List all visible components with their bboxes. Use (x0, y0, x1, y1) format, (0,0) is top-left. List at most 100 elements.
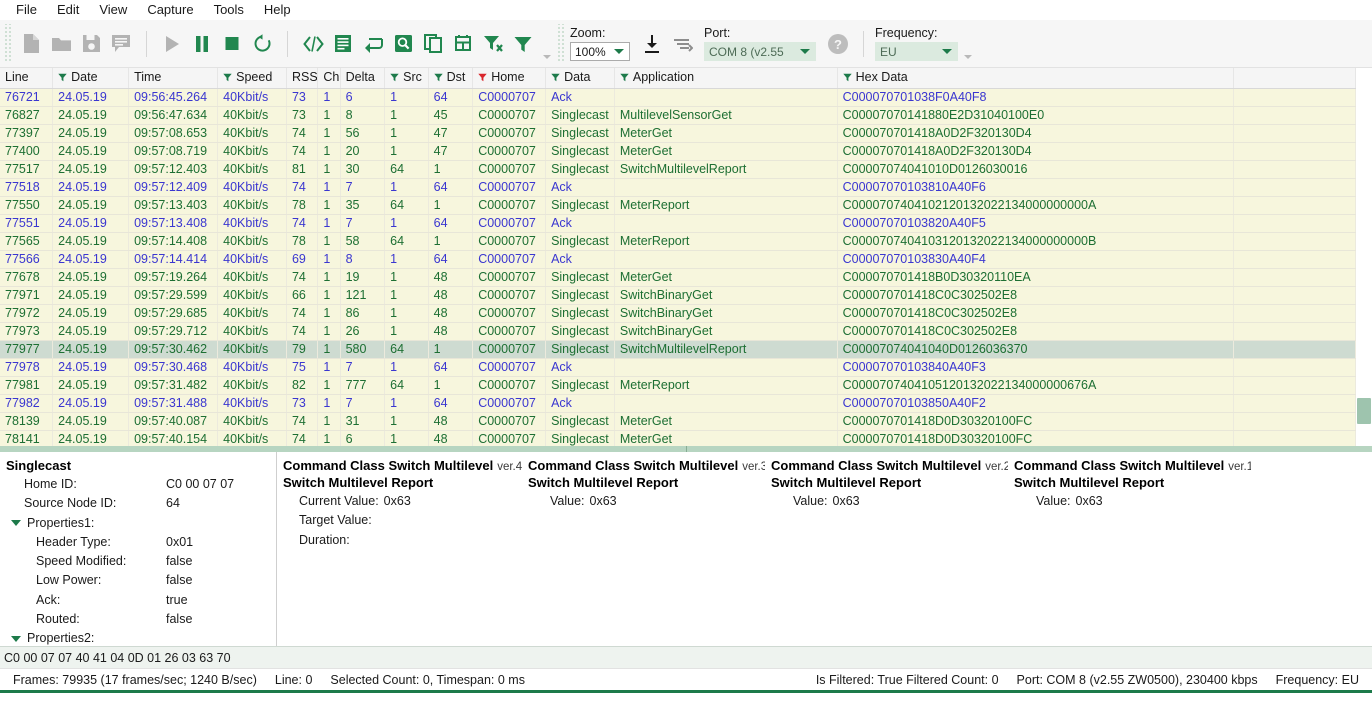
column-header-date[interactable]: Date (52, 68, 130, 89)
column-header-time[interactable]: Time (128, 68, 219, 89)
new-file-icon[interactable] (16, 27, 46, 61)
pause-icon[interactable] (187, 27, 217, 61)
column-header-app[interactable]: Application (614, 68, 838, 89)
copy-icon[interactable] (418, 27, 448, 61)
filter-icon[interactable] (433, 71, 443, 82)
table-row[interactable]: 77978 24.05.19 09:57:30.468 40Kbit/s 75 1 7 1 64… (0, 358, 1356, 377)
menu-file[interactable]: File (6, 0, 47, 20)
table-row[interactable]: 77977 24.05.19 09:57:30.462 40Kbit/s 79 1 580 6… (0, 340, 1356, 359)
column-header-data[interactable]: Data (545, 68, 615, 89)
help-icon[interactable]: ? (823, 27, 853, 61)
menu-edit[interactable]: Edit (47, 0, 89, 20)
menu-tools[interactable]: Tools (204, 0, 254, 20)
source-node-row: Source Node ID: 64 (6, 494, 268, 513)
toolbar-grip-2[interactable] (556, 24, 566, 63)
table-row[interactable]: 77517 24.05.19 09:57:12.403 40Kbit/s 81 1 30 64… (0, 160, 1356, 179)
table-row[interactable]: 77973 24.05.19 09:57:29.712 40Kbit/s 74 1 26 1 4… (0, 322, 1356, 341)
column-header-dst[interactable]: Dst (428, 68, 474, 89)
column-header-ch[interactable]: Ch (317, 68, 341, 89)
table-row[interactable]: 77551 24.05.19 09:57:13.408 40Kbit/s 74 1 7 1 64… (0, 214, 1356, 233)
properties2-expander[interactable]: Properties2: (6, 629, 268, 646)
column-header-label: Home (491, 70, 525, 85)
menu-help[interactable]: Help (254, 0, 301, 20)
properties1-expander[interactable]: Properties1: (6, 514, 268, 533)
stop-icon[interactable] (217, 27, 247, 61)
cell-dst: 48 (428, 412, 474, 431)
table-row[interactable]: 77566 24.05.19 09:57:14.414 40Kbit/s 69 1 8 1 64… (0, 250, 1356, 269)
column-header-label: Date (71, 70, 98, 85)
toolbar-overflow-caret-2[interactable] (964, 55, 972, 59)
port-combo[interactable]: COM 8 (v2.55 (704, 42, 816, 61)
table-row[interactable]: 76721 24.05.19 09:56:45.264 40Kbit/s 73 1 6 1 64… (0, 88, 1356, 107)
refresh-icon[interactable] (247, 27, 277, 61)
table-row[interactable]: 77982 24.05.19 09:57:31.488 40Kbit/s 73 1 7 1 64… (0, 394, 1356, 413)
scrollbar-thumb[interactable] (1357, 398, 1371, 424)
table-row[interactable]: 77565 24.05.19 09:57:14.408 40Kbit/s 78 1 58 64… (0, 232, 1356, 251)
command-field-row: Value: 0x63 (1014, 492, 1243, 511)
table-row[interactable]: 77678 24.05.19 09:57:19.264 40Kbit/s 74 1 19 1 4… (0, 268, 1356, 287)
table-row[interactable]: 77400 24.05.19 09:57:08.719 40Kbit/s 74 1 20 1 4… (0, 142, 1356, 161)
filter-icon[interactable] (223, 71, 232, 82)
menu-capture[interactable]: Capture (137, 0, 203, 20)
column-header-speed[interactable]: Speed (217, 68, 287, 89)
column-header-delta[interactable]: Delta (340, 68, 386, 89)
table-row[interactable]: 77518 24.05.19 09:57:12.409 40Kbit/s 74 1 7 1 64… (0, 178, 1356, 197)
filter-icon[interactable] (551, 71, 560, 82)
cell-pad (1233, 394, 1356, 413)
filter-icon[interactable] (508, 27, 538, 61)
table-row[interactable]: 77397 24.05.19 09:57:08.653 40Kbit/s 74 1 56 1 4… (0, 124, 1356, 143)
filter-icon[interactable] (620, 71, 629, 82)
cell-data: Ack (545, 250, 615, 269)
filter-icon[interactable] (58, 71, 67, 82)
cell-dst: 64 (428, 250, 474, 269)
grid-vertical-scrollbar[interactable] (1356, 68, 1372, 446)
list-icon[interactable] (328, 27, 358, 61)
transfer-icon[interactable] (667, 27, 697, 61)
toolbar-overflow-caret-1[interactable] (543, 55, 551, 59)
column-header-line[interactable]: Line (0, 68, 54, 89)
filter-icon[interactable] (842, 71, 852, 82)
table-icon[interactable] (448, 27, 478, 61)
table-row[interactable]: 77550 24.05.19 09:57:13.403 40Kbit/s 78 1 35 64… (0, 196, 1356, 215)
zoom-combo[interactable]: 100% (570, 42, 630, 61)
code-icon[interactable] (298, 27, 328, 61)
save-icon[interactable] (76, 27, 106, 61)
filter-icon[interactable] (390, 71, 399, 82)
property-key: Routed: (36, 612, 80, 627)
wrap-icon[interactable] (358, 27, 388, 61)
cell-app: MeterGet (614, 268, 838, 287)
table-row[interactable]: 77972 24.05.19 09:57:29.685 40Kbit/s 74 1 86 1 4… (0, 304, 1356, 323)
column-header-rssi[interactable]: RSSI (286, 68, 319, 89)
cell-delta: 580 (340, 340, 386, 359)
property-key: Speed Modified: (36, 554, 127, 569)
jump-bottom-icon[interactable] (637, 27, 667, 61)
table-row[interactable]: 77981 24.05.19 09:57:31.482 40Kbit/s 82 1 777 6… (0, 376, 1356, 395)
frequency-combo[interactable]: EU (875, 42, 958, 61)
find-icon[interactable] (388, 27, 418, 61)
filter-icon[interactable] (478, 71, 487, 82)
table-row[interactable]: 76827 24.05.19 09:56:47.634 40Kbit/s 73 1 8 1 45… (0, 106, 1356, 125)
column-header-pad[interactable] (1233, 68, 1356, 89)
column-header-home[interactable]: Home (472, 68, 547, 89)
menu-view[interactable]: View (89, 0, 137, 20)
cell-pad (1233, 286, 1356, 305)
column-header-hex[interactable]: Hex Data (837, 68, 1235, 89)
play-icon[interactable] (157, 27, 187, 61)
cell-delta: 30 (340, 160, 386, 179)
properties2-label: Properties2: (27, 631, 95, 646)
open-folder-icon[interactable] (46, 27, 76, 61)
toolbar-grip[interactable] (3, 24, 13, 63)
column-header-src[interactable]: Src (384, 68, 429, 89)
table-row[interactable]: 78141 24.05.19 09:57:40.154 40Kbit/s 74 1 6 1 48… (0, 430, 1356, 446)
cell-home: C0000707 (472, 376, 547, 395)
table-row[interactable]: 78139 24.05.19 09:57:40.087 40Kbit/s 74 1 31 1 4… (0, 412, 1356, 431)
table-row[interactable]: 77971 24.05.19 09:57:29.599 40Kbit/s 66 1 121 1… (0, 286, 1356, 305)
clear-filter-icon[interactable] (478, 27, 508, 61)
property-value: true (166, 592, 188, 607)
cell-date: 24.05.19 (52, 358, 130, 377)
cell-time: 09:57:40.154 (128, 430, 219, 446)
cell-pad (1233, 304, 1356, 323)
cell-hex: C000070701418B0D30320110EA (837, 268, 1235, 287)
comment-icon[interactable] (106, 27, 136, 61)
zoom-label: Zoom: (570, 26, 606, 40)
